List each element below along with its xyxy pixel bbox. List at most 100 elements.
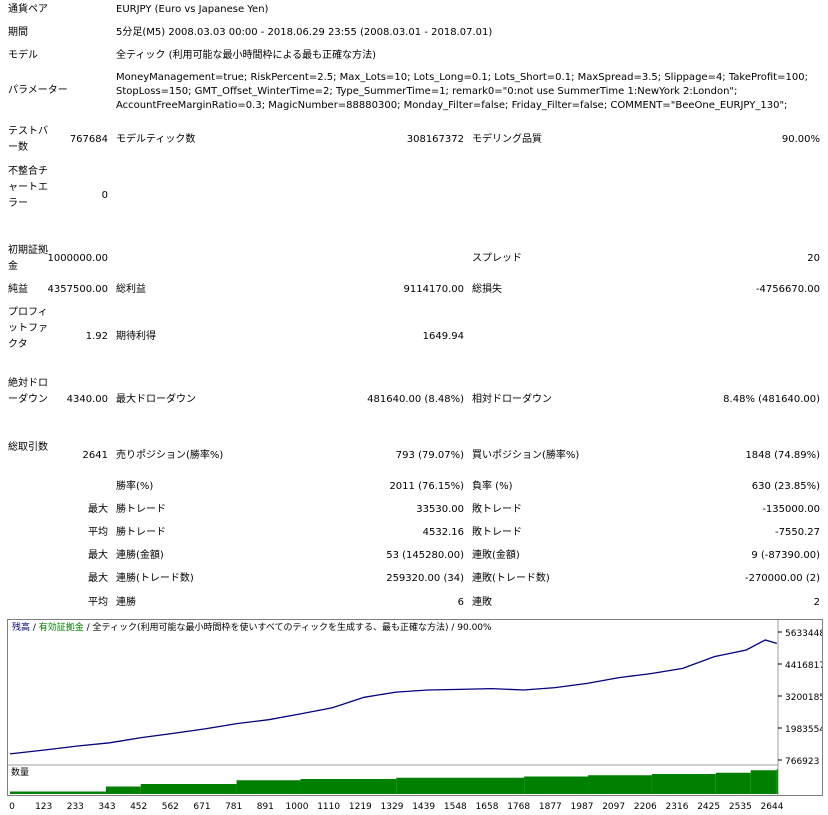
x-tick-label: 671	[193, 802, 210, 812]
gross-profit-value: 9114170.00	[403, 284, 464, 295]
x-axis: 0 123 233 343 452 562 671 781 891 1000 1110 1219 132…	[9, 802, 784, 812]
x-tick-label: 1548	[444, 802, 467, 812]
mismatch-value: 0	[101, 190, 108, 201]
consec-losses-money-label: 連敗(金額)	[472, 550, 520, 561]
deposit-value: 1000000.00	[47, 253, 108, 264]
x-tick-label: 452	[130, 802, 147, 812]
params-line-3: AccountFreeMarginRatio=0.3; MagicNumber=…	[116, 100, 788, 111]
ticks-label: モデルティック数	[116, 134, 196, 145]
bars-value: 767684	[69, 134, 108, 145]
max-word-1: 最大	[88, 504, 108, 515]
consec-losses-trades-label: 連敗(トレード数)	[472, 573, 550, 584]
spread-value: 20	[807, 253, 820, 264]
x-tick-label: 781	[225, 802, 242, 812]
params-label: パラメーター	[8, 85, 68, 96]
avg-loss-value: -7550.27	[775, 527, 820, 538]
net-label: 純益	[8, 284, 28, 295]
largest-loss-value: -135000.00	[762, 504, 820, 515]
total-label: 総取引数	[8, 442, 48, 453]
x-tick-label: 1658	[476, 802, 499, 812]
chart-plot: 5633448 4416817 3200185 1983554 766923	[8, 620, 822, 795]
net-value: 4357500.00	[47, 284, 108, 295]
consec-wins-money-label: 連勝(金額)	[116, 550, 164, 561]
model-label: モデル	[8, 50, 38, 61]
pair-value: EURJPY (Euro vs Japanese Yen)	[116, 4, 269, 15]
long-label: 買いポジション(勝率%)	[472, 450, 580, 461]
short-label: 売りポジション(勝率%)	[116, 450, 224, 461]
x-tick-label: 343	[98, 802, 115, 812]
period-label: 期間	[8, 27, 28, 38]
x-tick-label: 0	[9, 802, 15, 812]
loss-rate-value: 630 (23.85%)	[751, 481, 820, 492]
consec-wins-trades-label: 連勝(トレード数)	[116, 573, 194, 584]
x-tick-label: 2535	[729, 802, 752, 812]
expected-label: 期待利得	[116, 331, 156, 342]
avg-consec-wins-label: 連勝	[116, 597, 136, 608]
x-tick-label: 1987	[571, 802, 594, 812]
volume-bar	[776, 769, 778, 794]
abs-dd-value: 4340.00	[66, 394, 108, 405]
x-tick-label: 2097	[602, 802, 625, 812]
win-rate-label: 勝率(%)	[116, 481, 154, 492]
long-value: 1848 (74.89%)	[745, 450, 820, 461]
expected-value: 1649.94	[422, 331, 464, 342]
x-tick-label: 891	[257, 802, 274, 812]
x-tick-label: 2425	[697, 802, 720, 812]
consec-wins-trades-value: 259320.00 (34)	[386, 573, 464, 584]
quality-value: 90.00%	[781, 134, 820, 145]
volume-bar	[300, 779, 397, 794]
volume-bar	[651, 774, 716, 794]
y-tick-label: 4416817	[785, 661, 822, 671]
max-word-2: 最大	[88, 550, 108, 561]
volume-bar	[140, 784, 237, 794]
win-rate-value: 2011 (76.15%)	[389, 481, 464, 492]
y-tick-label: 1983554	[785, 725, 822, 735]
params-line-2: StopLoss=150; GMT_Offset_WinterTime=2; T…	[116, 86, 738, 97]
avg-loss-label: 敗トレード	[472, 527, 522, 538]
quality-label: モデリング品質	[472, 134, 542, 145]
x-tick-label: 1219	[349, 802, 372, 812]
max-dd-value: 481640.00 (8.48%)	[367, 394, 464, 405]
x-tick-label: 123	[35, 802, 52, 812]
loss-rate-label: 負率 (%)	[472, 481, 513, 492]
x-tick-label: 2644	[761, 802, 784, 812]
x-tick-label: 1877	[539, 802, 562, 812]
x-tick-label: 1000	[286, 802, 309, 812]
short-value: 793 (79.07%)	[395, 450, 464, 461]
avg-consec-wins-value: 6	[457, 597, 464, 608]
rel-dd-value: 8.48% (481640.00)	[723, 394, 820, 405]
y-tick-label: 5633448	[785, 629, 822, 639]
params-line-1: MoneyManagement=true; RiskPercent=2.5; M…	[116, 72, 808, 83]
x-tick-label: 2316	[666, 802, 689, 812]
largest-win-value: 33530.00	[416, 504, 464, 515]
pf-value: 1.92	[85, 331, 108, 342]
ticks-value: 308167372	[406, 134, 464, 145]
volume-bar	[750, 770, 777, 794]
y-tick-label: 766923	[785, 757, 819, 767]
abs-dd-label: 絶対ドローダウン	[8, 378, 48, 405]
max-word-3: 最大	[88, 573, 108, 584]
x-tick-label: 1329	[381, 802, 404, 812]
avg-word-2: 平均	[88, 597, 108, 608]
volume-label: 数量	[11, 768, 30, 778]
largest-win-label: 勝トレード	[116, 504, 166, 515]
volume-bar	[10, 791, 106, 794]
total-value: 2641	[82, 450, 108, 461]
y-tick-label: 3200185	[785, 693, 822, 703]
x-tick-label: 233	[67, 802, 84, 812]
largest-loss-label: 敗トレード	[472, 504, 522, 515]
mismatch-label: 不整合チャートエラー	[8, 166, 48, 209]
avg-win-label: 勝トレード	[116, 527, 166, 538]
gross-profit-label: 総利益	[116, 284, 146, 295]
period-value: 5分足(M5) 2008.03.03 00:00 - 2018.06.29 23…	[116, 27, 493, 38]
volume-bar	[524, 776, 589, 794]
model-value: 全ティック (利用可能な最小時間枠による最も正確な方法)	[116, 50, 377, 61]
balance-chart: 残高 / 有効証拠金 / 全ティック(利用可能な最小時間枠を使いすべてのティック…	[7, 619, 823, 796]
volume-bar	[396, 777, 525, 794]
x-tick-label: 1439	[412, 802, 435, 812]
spread-label: スプレッド	[472, 253, 522, 264]
gross-loss-value: -4756670.00	[755, 284, 820, 295]
consec-wins-money-value: 53 (145280.00)	[386, 550, 464, 561]
x-tick-label: 2206	[634, 802, 657, 812]
max-dd-label: 最大ドローダウン	[116, 394, 196, 405]
